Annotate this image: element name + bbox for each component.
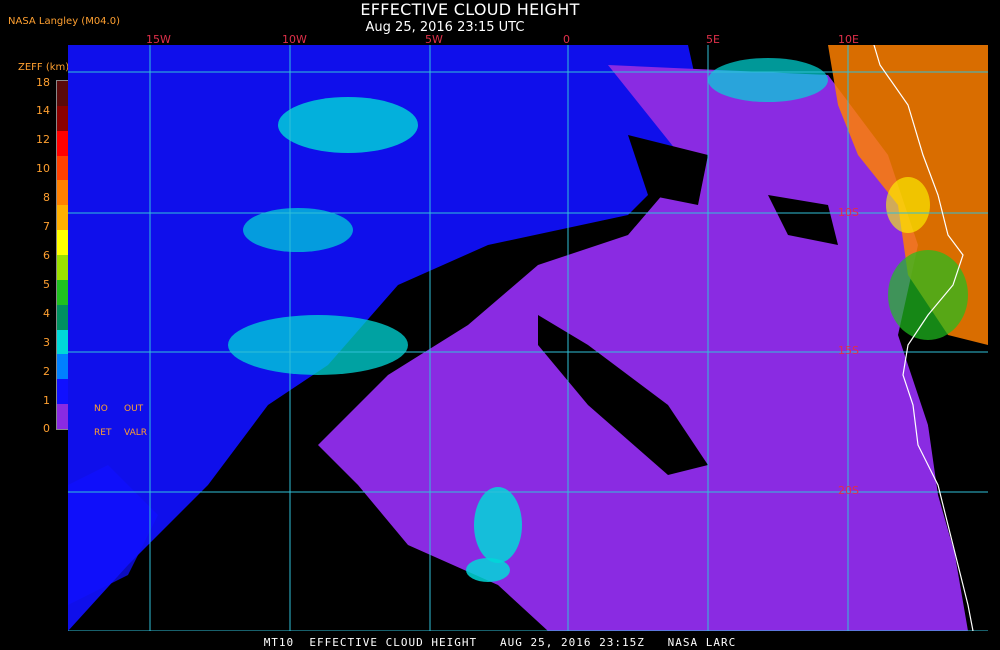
lon-label: 15W: [146, 33, 171, 46]
legend-tick: 10: [36, 162, 50, 175]
cloud-height-map: [68, 0, 988, 635]
legend-title: ZEFF (km): [18, 62, 70, 73]
chart-subtitle: Aug 25, 2016 23:15 UTC: [365, 20, 525, 35]
cloud-cluster-cyan: [278, 97, 418, 153]
lon-label: 0: [563, 33, 570, 46]
legend-tick: 7: [43, 220, 50, 233]
legend-tick: 14: [36, 104, 50, 117]
legend-tick: 6: [43, 249, 50, 262]
cloud-cluster-cyan: [243, 208, 353, 252]
legend-note-valr: VALR: [124, 428, 148, 438]
legend-tick: 18: [36, 76, 50, 89]
legend-tick: 3: [43, 336, 50, 349]
cloud-cluster-cyan: [474, 487, 522, 563]
lat-label: 10S: [838, 206, 859, 219]
cloud-cluster-cyan: [708, 58, 828, 102]
bottom-caption: MT10 EFFECTIVE CLOUD HEIGHT AUG 25, 2016…: [263, 636, 737, 649]
legend-tick: 5: [43, 278, 50, 291]
legend-note-out: OUT: [124, 404, 144, 414]
legend-tick: 0: [43, 422, 50, 435]
lon-label: 5E: [706, 33, 720, 46]
legend-tick: 1: [43, 394, 50, 407]
lon-label: 5W: [425, 33, 443, 46]
map-canvas: [68, 0, 988, 632]
cloud-cluster-green: [888, 250, 968, 340]
cloud-cluster-cyan: [228, 315, 408, 375]
source-label: NASA Langley (M04.0): [8, 16, 120, 27]
lon-label: 10W: [282, 33, 307, 46]
lat-label: 20S: [838, 484, 859, 497]
legend-note-no: NO: [94, 404, 108, 414]
chart-title: EFFECTIVE CLOUD HEIGHT: [360, 0, 580, 19]
lat-label: 15S: [838, 344, 859, 357]
legend-tick: 4: [43, 307, 50, 320]
lon-label: 10E: [838, 33, 859, 46]
legend-tick: 2: [43, 365, 50, 378]
legend-note-ret: RET: [94, 428, 112, 438]
cloud-cluster-cyan: [466, 558, 510, 582]
legend-tick: 12: [36, 133, 50, 146]
legend-tick: 8: [43, 191, 50, 204]
cloud-cluster-yellow: [886, 177, 930, 233]
